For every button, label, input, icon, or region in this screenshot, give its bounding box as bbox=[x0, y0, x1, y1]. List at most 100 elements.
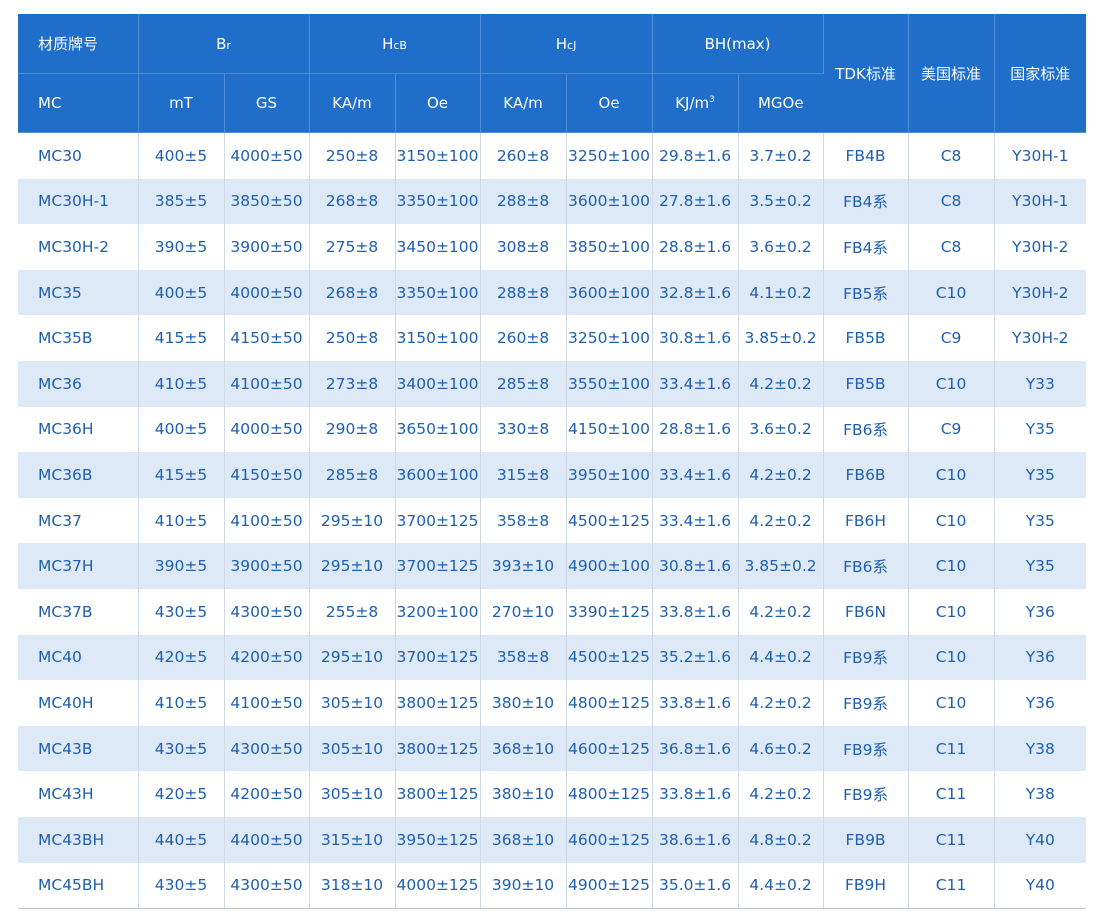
unit-br-mt: mT bbox=[138, 73, 225, 133]
header-bhmax: BH(max) bbox=[652, 14, 824, 74]
cell-bh-mgoe: 4.1±0.2 bbox=[738, 269, 824, 316]
header-row-group: 材质牌号 Br HcB HcJ BH(max) TDK标准 美国标准 国家标准 bbox=[18, 14, 1087, 133]
cell-hcb-kam: 268±8 bbox=[309, 269, 396, 316]
cell-hcj-oe: 4600±125 bbox=[566, 725, 653, 772]
cell-national-standard: Y30H-2 bbox=[1012, 329, 1069, 348]
cell-hcb-oe: 3400±100 bbox=[395, 360, 481, 407]
table-row: MC37H 390±5 3900±50 295±10 3700±125 393±10 490… bbox=[18, 543, 1087, 589]
cell-bh-kj: 36.8±1.6 bbox=[652, 725, 739, 772]
cell-us-standard: C10 bbox=[908, 588, 995, 635]
cell-grade: MC36 bbox=[18, 360, 139, 407]
table-row: MC45BH 430±5 4300±50 318±10 4000±125 390±10 49… bbox=[18, 862, 1087, 910]
cell-br-mt: 390±5 bbox=[138, 543, 225, 589]
cell-hcb-oe: 3800±125 bbox=[395, 771, 481, 817]
cell-bh-mgoe: 3.5±0.2 bbox=[738, 178, 824, 225]
cell-hcj-kam: 260±8 bbox=[480, 315, 567, 361]
cell-hcb-kam: 305±10 bbox=[309, 771, 396, 817]
cell-tdk-standard: FB5系 bbox=[823, 269, 909, 316]
cell-grade: MC40H bbox=[18, 680, 139, 726]
unit-hcj-oe: Oe bbox=[566, 73, 653, 133]
cell-hcj-oe: 4900±125 bbox=[566, 862, 653, 910]
cell-br-mt: 410±5 bbox=[138, 497, 225, 544]
table-row: MC37B 430±5 4300±50 255±8 3200±100 270±10 3390… bbox=[18, 588, 1086, 635]
cell-tdk-standard: FB6系 bbox=[823, 543, 909, 589]
table-row: MC37 410±5 4100±50 295±10 3700±125 358±8 4500±… bbox=[18, 497, 1086, 544]
cell-bh-mgoe: 3.85±0.2 bbox=[738, 315, 824, 361]
cell-hcb-oe: 3950±125 bbox=[395, 816, 481, 863]
header-grade: 材质牌号 bbox=[18, 14, 139, 74]
cell-hcb-kam: 315±10 bbox=[309, 816, 396, 863]
cell-br-gs: 4150±50 bbox=[224, 315, 310, 361]
table-row: MC40H 410±5 4100±50 305±10 3800±125 380±10 480… bbox=[18, 680, 1086, 726]
cell-tdk-standard: FB9系 bbox=[823, 680, 909, 726]
cell-bh-mgoe: 4.2±0.2 bbox=[738, 497, 824, 544]
cell-national-standard: Y30H-1 bbox=[1012, 146, 1069, 165]
cell-us-standard: C10 bbox=[908, 269, 995, 316]
cell-hcj-oe: 4500±125 bbox=[566, 497, 653, 544]
cell-hcj-oe: 3600±100 bbox=[566, 178, 653, 225]
cell-hcj-oe: 3850±100 bbox=[566, 224, 653, 270]
cell-hcb-oe: 3700±125 bbox=[395, 497, 481, 544]
cell-hcb-oe: 3200±100 bbox=[395, 588, 481, 635]
cell-hcj-kam: 270±10 bbox=[480, 588, 567, 635]
cell-hcj-oe: 3390±125 bbox=[566, 588, 653, 635]
cell-grade: MC37H bbox=[18, 543, 139, 589]
header-br-sub: r bbox=[226, 38, 231, 52]
cell-hcj-kam: 358±8 bbox=[480, 497, 567, 544]
cell-br-gs: 4200±50 bbox=[224, 634, 310, 681]
cell-tdk-standard: FB9系 bbox=[823, 771, 909, 817]
header-hcj-sub: cJ bbox=[567, 38, 577, 52]
cell-us-standard: C10 bbox=[908, 497, 995, 544]
cell-us-standard: C10 bbox=[908, 543, 995, 589]
cell-hcj-kam: 358±8 bbox=[480, 634, 567, 681]
cell-tdk-standard: FB9系 bbox=[823, 634, 909, 681]
unit-bh-kj-sup: 3 bbox=[709, 95, 715, 105]
cell-national-standard: Y40 bbox=[994, 862, 1087, 910]
cell-hcj-oe: 4150±100 bbox=[566, 406, 653, 453]
cell-hcj-kam: 380±10 bbox=[480, 771, 567, 817]
cell-br-gs: 4300±50 bbox=[224, 588, 310, 635]
table-header: 材质牌号 Br HcB HcJ BH(max) TDK标准 美国标准 国家标准 … bbox=[18, 14, 1087, 133]
cell-br-mt: 400±5 bbox=[138, 132, 225, 179]
cell-br-mt: 430±5 bbox=[138, 862, 225, 910]
cell-br-gs: 4000±50 bbox=[224, 406, 310, 453]
cell-br-mt: 400±5 bbox=[138, 269, 225, 316]
cell-bh-kj: 35.2±1.6 bbox=[652, 634, 739, 681]
cell-bh-kj: 33.4±1.6 bbox=[652, 360, 739, 407]
cell-bh-kj: 29.8±1.6 bbox=[652, 132, 739, 179]
cell-hcj-kam: 308±8 bbox=[480, 224, 567, 270]
cell-hcb-kam: 290±8 bbox=[309, 406, 396, 453]
table-row: MC30 400±5 4000±50 250±8 3150±100 260±8 3250±1… bbox=[18, 132, 1086, 179]
header-hcb-sub: cB bbox=[393, 38, 407, 52]
cell-us-standard: C11 bbox=[908, 725, 995, 772]
cell-grade: MC30 bbox=[18, 132, 139, 179]
header-hcb: HcB bbox=[309, 14, 481, 74]
cell-hcb-kam: 275±8 bbox=[309, 224, 396, 270]
cell-grade: MC35B bbox=[18, 315, 139, 361]
table-row: MC43H 420±5 4200±50 305±10 3800±125 380±10 480… bbox=[18, 771, 1086, 817]
cell-tdk-standard: FB4系 bbox=[823, 224, 909, 270]
cell-hcj-kam: 393±10 bbox=[480, 543, 567, 589]
unit-hcb-kam: KA/m bbox=[309, 73, 396, 133]
cell-br-mt: 440±5 bbox=[138, 816, 225, 863]
cell-hcb-kam: 318±10 bbox=[309, 862, 396, 910]
header-hcj-main: H bbox=[555, 34, 568, 53]
cell-br-gs: 4100±50 bbox=[224, 497, 310, 544]
cell-bh-mgoe: 4.2±0.2 bbox=[738, 588, 824, 635]
unit-hcb-oe: Oe bbox=[395, 73, 481, 133]
cell-br-gs: 3850±50 bbox=[224, 178, 310, 225]
cell-national-standard: Y30H-2 bbox=[1012, 237, 1069, 256]
cell-hcb-kam: 295±10 bbox=[309, 543, 396, 589]
table-row: MC36 410±5 4100±50 273±8 3400±100 285±8 3550±1… bbox=[18, 360, 1087, 407]
cell-tdk-standard: FB9系 bbox=[823, 725, 909, 772]
cell-br-mt: 415±5 bbox=[138, 315, 225, 361]
unit-bh-mgoe: MGOe bbox=[738, 73, 824, 133]
cell-us-standard: C10 bbox=[908, 360, 995, 407]
cell-hcj-kam: 390±10 bbox=[480, 862, 567, 910]
cell-hcj-oe: 4900±100 bbox=[566, 543, 653, 589]
table-row: MC30H-2 390±5 3900±50 275±8 3450±100 308±8 385… bbox=[18, 224, 1086, 270]
cell-br-mt: 430±5 bbox=[138, 588, 225, 635]
cell-bh-kj: 30.8±1.6 bbox=[652, 315, 739, 361]
cell-br-gs: 4300±50 bbox=[224, 862, 310, 910]
cell-hcj-kam: 368±10 bbox=[480, 725, 567, 772]
